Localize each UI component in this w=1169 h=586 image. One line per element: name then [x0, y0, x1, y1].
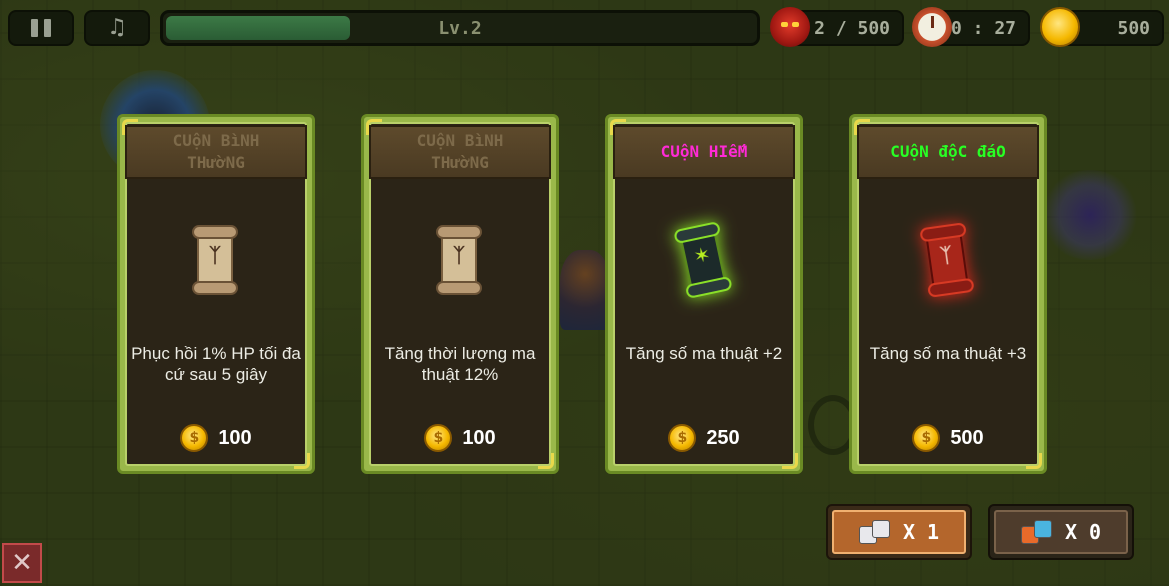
shop-card-1[interactable]: CUộN BìNH THườNG ᛉ Phục hồi 1% HP tối đa… [117, 114, 315, 474]
shop-card-4[interactable]: CUộN độC đáO ᛉ Tăng số ma thuật +3 $ 500 [849, 114, 1047, 474]
buy-price[interactable]: $ 100 [364, 423, 556, 453]
scroll-icon: ᛉ [192, 225, 238, 295]
card-title: CUộN BìNH THườNG [125, 125, 307, 179]
card-title: CUộN HIếM [613, 125, 795, 179]
price-value: 250 [706, 426, 740, 449]
buy-price[interactable]: $ 250 [608, 423, 800, 453]
card-description: Tăng số ma thuật +3 [869, 344, 1027, 363]
shop-card-2[interactable]: CUộN BìNH THườNG ᛉ Tăng thời lượng ma th… [361, 114, 559, 474]
pause-button[interactable] [8, 10, 74, 46]
card-description: Phục hồi 1% HP tối đa cứ sau 5 giây [131, 344, 301, 384]
gold-coin-icon: $ [668, 424, 697, 452]
close-icon: ✕ [11, 548, 33, 578]
gold-coin-icon: $ [180, 424, 209, 452]
stopwatch-icon [912, 7, 952, 47]
level-progress-bar: Lv.2 [160, 10, 760, 46]
reroll-count: X 1 [902, 520, 940, 544]
gold-coin-icon: $ [424, 424, 453, 452]
music-note-icon: ♫ [107, 15, 127, 40]
dice-icon [858, 518, 891, 546]
close-button[interactable]: ✕ [2, 543, 42, 583]
reroll-button[interactable]: X 1 [826, 504, 972, 560]
demon-icon [770, 7, 810, 47]
card-description: Tăng số ma thuật +2 [625, 344, 783, 363]
buy-price[interactable]: $ 100 [120, 423, 312, 453]
music-button[interactable]: ♫ [84, 10, 150, 46]
price-value: 100 [462, 426, 496, 449]
gold-coin-icon [1040, 7, 1080, 47]
card-title: CUộN BìNH THườNG [369, 125, 551, 179]
gold-coin-icon: $ [912, 424, 941, 452]
buy-price[interactable]: $ 500 [852, 423, 1044, 453]
scroll-icon: ᛉ [436, 225, 482, 295]
shop-card-3[interactable]: CUộN HIếM ✶ Tăng số ma thuật +2 $ 250 [605, 114, 803, 474]
unique-scroll-icon: ᛉ [919, 222, 975, 298]
card-title: CUộN độC đáO [857, 125, 1039, 179]
pause-icon [31, 19, 51, 37]
magic-dice-button[interactable]: X 0 [988, 504, 1134, 560]
magic-dice-icon [1020, 518, 1053, 546]
magic-dice-count: X 0 [1064, 520, 1102, 544]
price-value: 100 [218, 426, 252, 449]
level-label: Lv.2 [438, 17, 482, 39]
price-value: 500 [950, 426, 984, 449]
card-description: Tăng thời lượng ma thuật 12% [384, 344, 536, 384]
